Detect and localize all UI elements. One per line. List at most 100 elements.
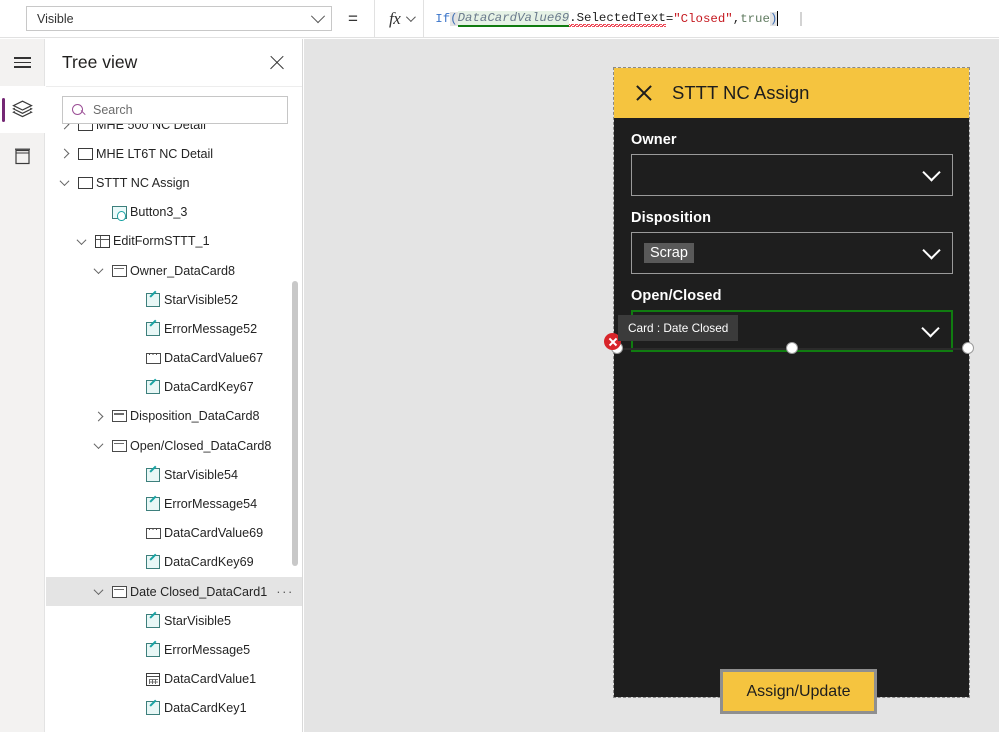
close-icon[interactable] <box>634 83 654 103</box>
search-input[interactable]: Search <box>62 96 288 124</box>
hamburger-icon <box>14 54 31 72</box>
tree-node[interactable]: ErrorMessage5 <box>46 635 302 664</box>
tree-node-label: DataCardValue69 <box>164 526 264 541</box>
tree-node-icon-wrap <box>142 701 164 716</box>
formula-token-member: .SelectedText <box>569 10 666 27</box>
panel-title: Tree view <box>62 52 138 72</box>
powerapps-studio: Visible = fx If(DataCardValue69 .Selected… <box>0 0 999 732</box>
rail-item-tree-view[interactable] <box>0 86 45 133</box>
rail-item-data[interactable] <box>0 133 45 180</box>
tree-view-panel: Tree view Search MHE 500 NC Detail MHE LT… <box>46 39 303 732</box>
tree-node-label: Owner_DataCard8 <box>130 263 235 278</box>
close-icon[interactable] <box>266 52 288 74</box>
tree-node[interactable]: StarVisible54 <box>46 460 302 489</box>
app-canvas[interactable]: STTT NC Assign Owner Disposition Scrap O… <box>304 39 999 732</box>
tree-node-label: ErrorMessage5 <box>164 642 251 657</box>
card-icon <box>111 264 127 277</box>
tree-node-icon-wrap <box>142 380 164 395</box>
tree-node[interactable]: DataCardValue1 <box>46 665 302 694</box>
screen-icon <box>77 124 93 131</box>
tree-node-label: DataCardValue1 <box>164 672 257 687</box>
tree-node[interactable]: STTT NC Assign <box>46 168 302 197</box>
resize-handle-right[interactable] <box>962 342 974 354</box>
chevron-down-icon <box>922 241 941 260</box>
tree-node-icon-wrap <box>108 410 130 423</box>
tree-node[interactable]: StarVisible52 <box>46 285 302 314</box>
tree-node[interactable]: MHE 500 NC Detail <box>46 124 302 139</box>
tree-scrollbar[interactable] <box>292 281 298 566</box>
field-label-disposition: Disposition <box>631 210 712 226</box>
property-select[interactable]: Visible <box>26 6 332 31</box>
button-icon <box>111 205 127 221</box>
tree-node-icon-wrap <box>142 349 164 364</box>
tree-node[interactable]: Button3_3 <box>46 198 302 227</box>
twisty-open[interactable] <box>88 264 108 275</box>
tree-node[interactable]: EditFormSTTT_1 <box>46 227 302 256</box>
chevron-right-icon <box>59 148 69 159</box>
formula-input[interactable]: If(DataCardValue69 .SelectedText = "Closed"… <box>423 0 999 38</box>
app-screen: STTT NC Assign Owner Disposition Scrap O… <box>613 67 970 714</box>
tree-node-icon-wrap <box>142 321 164 336</box>
tree-node[interactable]: DataCardKey69 <box>46 548 302 577</box>
label-icon <box>146 497 160 512</box>
twisty-open[interactable] <box>71 234 91 245</box>
tree-node-label: Open/Closed_DataCard8 <box>130 438 272 453</box>
tree-node[interactable]: Open/Closed_DataCard8 <box>46 431 302 460</box>
tree-node-label: DataCardKey69 <box>164 555 254 570</box>
field-dropdown-disposition[interactable]: Scrap <box>631 232 953 274</box>
tree-node[interactable]: MHE LT6T NC Detail <box>46 139 302 168</box>
textinput-icon <box>145 524 161 539</box>
tree-node-label: Disposition_DataCard8 <box>130 409 260 424</box>
formula-token-string: "Closed" <box>673 11 733 26</box>
tree-node[interactable]: StarVisible5 <box>46 606 302 635</box>
tree-node[interactable]: DataCardKey67 <box>46 373 302 402</box>
tree-node-label: ErrorMessage52 <box>164 321 258 336</box>
tree-node-label: StarVisible52 <box>164 292 238 307</box>
formula-token-boolean: true <box>740 11 770 26</box>
chevron-right-icon <box>59 124 69 130</box>
twisty-closed[interactable] <box>54 124 74 130</box>
field-dropdown-owner[interactable] <box>631 154 953 196</box>
tree-node[interactable]: Date Closed_DataCard1 ··· <box>46 577 302 607</box>
assign-update-button[interactable]: Assign/Update <box>720 669 877 714</box>
tree-node-icon-wrap <box>74 124 96 131</box>
formula-token-operator: = <box>665 11 674 26</box>
tree-node-icon-wrap <box>108 439 130 452</box>
search-icon <box>72 103 85 117</box>
tree-node[interactable]: DataCardKey1 <box>46 694 302 723</box>
label-icon <box>146 701 160 716</box>
tree-node-icon-wrap <box>108 585 130 598</box>
tree-node[interactable]: DataCardValue69 <box>46 519 302 548</box>
tree-node-label: STTT NC Assign <box>96 175 190 190</box>
tree-node[interactable]: Owner_DataCard8 <box>46 256 302 285</box>
tree-node-icon-wrap <box>142 497 164 512</box>
chevron-down-icon <box>406 12 417 23</box>
twisty-open[interactable] <box>88 585 108 596</box>
twisty-open[interactable] <box>88 439 108 450</box>
label-icon <box>146 321 160 336</box>
textinput-icon <box>145 349 161 364</box>
tree-node-label: DataCardKey1 <box>164 701 247 716</box>
mouse-ibeam-cursor <box>800 11 803 26</box>
tree-node[interactable]: Disposition_DataCard8 <box>46 402 302 431</box>
chevron-down-icon <box>93 264 103 275</box>
field-label-owner: Owner <box>631 132 677 148</box>
screen-title: STTT NC Assign <box>672 82 810 103</box>
resize-handle-center[interactable] <box>786 342 798 354</box>
tree-node[interactable]: ErrorMessage54 <box>46 489 302 518</box>
twisty-open[interactable] <box>54 176 74 187</box>
edit-form: Owner Disposition Scrap Open/Closed Assi… <box>614 118 969 714</box>
tree-node[interactable]: DataCardValue67 <box>46 344 302 373</box>
twisty-closed[interactable] <box>54 148 74 159</box>
more-options-icon[interactable]: ··· <box>270 584 294 599</box>
chevron-down-icon <box>93 439 103 450</box>
label-icon <box>146 292 160 307</box>
rail-item-menu[interactable] <box>0 39 45 86</box>
formula-bar: Visible = fx If(DataCardValue69 .Selected… <box>0 0 999 38</box>
tree-node[interactable]: ErrorMessage52 <box>46 314 302 343</box>
fx-button[interactable]: fx <box>374 0 423 38</box>
twisty-closed[interactable] <box>88 411 108 422</box>
tree-node-icon-wrap <box>91 234 113 248</box>
tree-node-icon-wrap <box>142 642 164 657</box>
formula-token-identifier: DataCardValue69 <box>457 10 570 27</box>
